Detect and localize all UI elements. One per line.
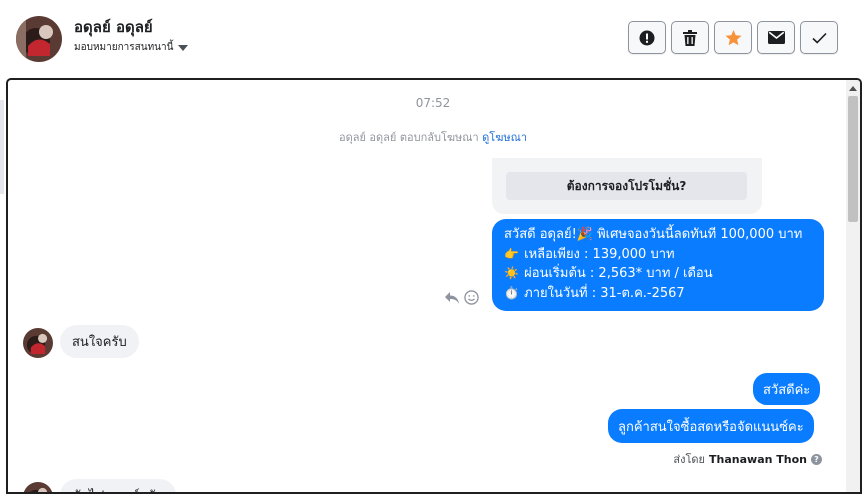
stopwatch-icon: ⏱️	[504, 285, 519, 300]
outgoing-message: ลูกค้าสนใจซื้อสดหรือจัดแนนซ์คะ	[608, 409, 814, 443]
assign-label: มอบหมายการสนทนานี้	[74, 42, 174, 53]
promo-line-4: ภายในวันที่ : 31-ต.ค.-2567	[524, 285, 685, 301]
promo-line-3: ผ่อนเริ่มต้น : 2,563* บาท / เดือน	[524, 266, 713, 281]
alert-circle-icon	[639, 30, 655, 45]
help-icon[interactable]: ?	[811, 453, 822, 465]
ad-quick-reply-card: ต้องการจองโปรโมชั่น?	[492, 158, 762, 214]
view-ad-link[interactable]: ดูโฆษณา	[482, 131, 527, 144]
promo-line: ☀️ ผ่อนเริ่มต้น : 2,563* บาท / เดือน	[504, 264, 812, 284]
delete-button[interactable]	[671, 21, 709, 54]
sun-icon: ☀️	[504, 266, 519, 280]
contact-name: อดุลย์ อดุลย์	[74, 18, 153, 36]
outgoing-message: สวัสดีค่ะ	[753, 373, 821, 405]
scroll-up-arrow-icon[interactable]	[849, 86, 857, 91]
conversation-header: อดุลย์ อดุลย์ มอบหมายการสนทนานี้	[0, 0, 862, 78]
promo-line-2: เหลือเพียง : 139,000 บาท	[524, 246, 675, 262]
app-root: อดุลย์ อดุลย์ มอบหมายการสนทนานี้ 07:52 อ…	[0, 0, 862, 494]
contact-avatar-small	[23, 482, 53, 492]
envelope-icon	[767, 31, 785, 44]
outgoing-promo-message: สวัสดี อดุลย์!🎉 พิเศษจองวันนี้ลดทันที 10…	[492, 219, 824, 311]
checkmark-icon	[811, 32, 827, 44]
sent-by-label: ส่งโดย Thanawan Thon ?	[673, 450, 822, 468]
mark-done-button[interactable]	[800, 21, 838, 54]
message-tools	[444, 290, 479, 305]
promo-line: 👉 เหลือเพียง : 139,000 บาท	[504, 245, 812, 265]
caret-down-icon[interactable]	[178, 45, 189, 51]
incoming-message: สนใจครับ	[60, 325, 139, 358]
promo-line: ⏱️ ภายในวันที่ : 31-ต.ค.-2567	[504, 284, 812, 304]
conversation-panel: 07:52 อดุลย์ อดุลย์ ตอบกลับโฆษณา ดูโฆษณา…	[6, 78, 862, 494]
contact-avatar[interactable]	[16, 16, 62, 62]
reply-icon[interactable]	[444, 291, 460, 305]
promo-line: สวัสดี อดุลย์!🎉 พิเศษจองวันนี้ลดทันที 10…	[504, 225, 812, 245]
quick-reply-button[interactable]: ต้องการจองโปรโมชั่น?	[506, 172, 747, 200]
ad-reply-text: อดุลย์ อดุลย์ ตอบกลับโฆษณา	[338, 131, 479, 144]
sent-by-name: Thanawan Thon	[709, 452, 807, 466]
scrollbar-thumb[interactable]	[848, 96, 858, 222]
star-button[interactable]	[714, 21, 752, 54]
emoji-reaction-icon[interactable]	[464, 290, 479, 305]
ad-reply-note: อดุลย์ อดุลย์ ตอบกลับโฆษณา ดูโฆษณา	[8, 128, 858, 146]
contact-avatar-small	[23, 328, 53, 358]
mark-unread-button[interactable]	[757, 21, 795, 54]
star-icon	[725, 29, 741, 45]
mark-spam-button[interactable]	[628, 21, 666, 54]
promo-line-1: สวัสดี อดุลย์!🎉 พิเศษจองวันนี้ลดทันที 10…	[504, 227, 803, 242]
message-timestamp: 07:52	[415, 96, 451, 110]
left-edge-strip	[0, 100, 4, 194]
trash-icon	[683, 29, 697, 46]
incoming-message: ตัดไฟแนนซ์ครับ	[60, 479, 176, 492]
header-actions	[628, 21, 838, 54]
pointing-hand-icon: 👉	[504, 246, 519, 261]
assign-conversation[interactable]: มอบหมายการสนทนานี้	[74, 40, 189, 55]
sent-by-prefix: ส่งโดย	[673, 453, 706, 466]
